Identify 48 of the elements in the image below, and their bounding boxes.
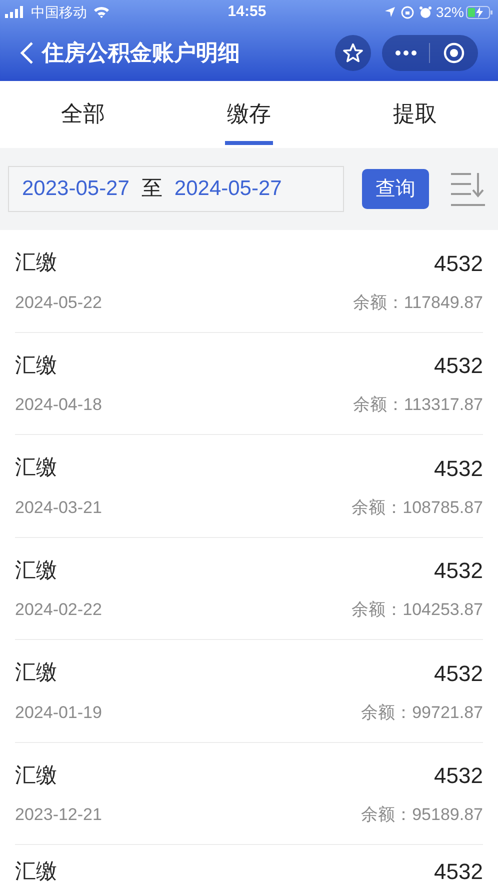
record-date: 2023-12-21 — [15, 804, 102, 826]
date-range-field[interactable]: 2023-05-27 至 2024-05-27 — [8, 166, 344, 212]
tab[interactable]: 提取 — [391, 85, 439, 145]
record-balance: 余额：99721.87 — [361, 702, 483, 724]
favorite-button[interactable] — [335, 34, 371, 70]
record-date: 2024-04-18 — [15, 394, 102, 416]
end-date: 2024-05-27 — [174, 176, 282, 202]
record-type: 汇缴 — [15, 762, 57, 789]
star-icon — [342, 42, 364, 64]
record-type: 汇缴 — [15, 250, 57, 276]
record-balance: 余额：108785.87 — [352, 496, 483, 518]
carrier-name: 中国移动 — [31, 2, 87, 22]
record-date: 2024-03-21 — [15, 496, 102, 518]
record-amount: 4532 — [434, 557, 483, 585]
record-type: 汇缴 — [15, 352, 57, 379]
record-balance: 余额：104253.87 — [352, 599, 483, 621]
alarm-icon — [418, 6, 432, 18]
record-amount: 4532 — [434, 352, 483, 380]
tab[interactable]: 全部 — [59, 85, 107, 145]
record-balance: 余额：95189.87 — [361, 804, 483, 826]
record-date: 2024-01-19 — [15, 702, 102, 724]
record-amount: 4532 — [434, 858, 483, 886]
record-type: 汇缴 — [15, 455, 57, 482]
back-icon[interactable] — [20, 40, 34, 64]
record-date: 2024-05-22 — [15, 292, 102, 314]
range-separator: 至 — [141, 176, 162, 202]
record-balance: 余额：117849.87 — [352, 292, 483, 314]
record-type: 汇缴 — [15, 858, 57, 885]
lock-rotation-icon — [400, 6, 414, 18]
record-amount: 4532 — [434, 454, 483, 482]
battery-icon — [466, 6, 493, 18]
record-amount: 4532 — [434, 762, 483, 790]
sort-icon[interactable] — [450, 171, 485, 207]
battery-percent: 32% — [436, 2, 464, 22]
record-date: 2024-02-22 — [15, 599, 102, 621]
more-icon — [394, 50, 416, 56]
query-button[interactable]: 查询 — [362, 169, 429, 209]
record-amount: 4532 — [434, 250, 483, 278]
record-balance: 余额：113317.87 — [352, 394, 483, 416]
record-amount: 4532 — [434, 660, 483, 688]
wifi-icon — [93, 6, 110, 18]
clock-time: 14:55 — [228, 2, 266, 22]
page-title: 住房公积金账户明细 — [42, 39, 241, 67]
location-icon — [384, 6, 396, 18]
record-type: 汇缴 — [15, 660, 57, 686]
target-icon — [442, 42, 464, 64]
start-date: 2023-05-27 — [22, 176, 130, 202]
record-type: 汇缴 — [15, 558, 57, 584]
